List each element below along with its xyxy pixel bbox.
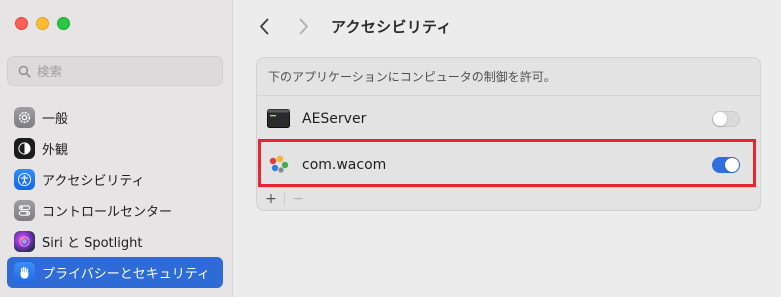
- panel-footer: + −: [257, 188, 760, 210]
- highlight-box: [258, 139, 756, 187]
- sidebar-item-label: プライバシーとセキュリティ: [42, 267, 210, 282]
- sidebar-item-appearance[interactable]: 外観: [7, 133, 223, 164]
- chevron-right-icon: [299, 18, 308, 34]
- sidebar: 一般 外観 アクセシビリティ: [0, 0, 233, 297]
- toggles-icon: [14, 200, 35, 221]
- hand-icon: [14, 262, 35, 283]
- sidebar-item-accessibility[interactable]: アクセシビリティ: [7, 164, 223, 195]
- sidebar-item-siri-spotlight[interactable]: Siri と Spotlight: [7, 226, 223, 257]
- minimize-window-button[interactable]: [36, 17, 49, 30]
- chevron-left-icon: [260, 18, 269, 34]
- sidebar-item-label: 一般: [42, 112, 69, 127]
- app-name: AEServer: [302, 110, 367, 127]
- page-title: アクセシビリティ: [331, 18, 452, 36]
- search-input[interactable]: [37, 63, 207, 79]
- terminal-icon: [267, 109, 290, 129]
- back-button[interactable]: [255, 16, 273, 36]
- remove-app-button[interactable]: −: [290, 191, 306, 207]
- search-icon: [18, 65, 31, 78]
- add-app-button[interactable]: +: [263, 191, 279, 207]
- search-field[interactable]: [7, 56, 223, 86]
- window-controls: [15, 17, 70, 30]
- app-permission-list: 下のアプリケーションにコンピュータの制御を許可。 AEServer com.wa…: [256, 57, 761, 211]
- sidebar-item-label: 外観: [42, 143, 69, 158]
- forward-button[interactable]: [295, 16, 313, 36]
- footer-divider: [284, 193, 285, 205]
- aeserver-toggle[interactable]: [712, 110, 740, 127]
- sidebar-item-control-center[interactable]: コントロールセンター: [7, 195, 223, 226]
- accessibility-icon: [14, 169, 35, 190]
- gear-icon: [14, 107, 35, 128]
- list-item-aeserver[interactable]: AEServer: [257, 96, 760, 142]
- sidebar-item-privacy-security[interactable]: プライバシーとセキュリティ: [7, 257, 223, 288]
- sidebar-item-label: Siri と Spotlight: [42, 236, 143, 251]
- siri-icon: [14, 231, 35, 252]
- sidebar-list: 一般 外観 アクセシビリティ コントロールセンター Siri と Spotlig…: [7, 102, 223, 288]
- sidebar-item-label: コントロールセンター: [42, 205, 173, 220]
- close-window-button[interactable]: [15, 17, 28, 30]
- panel-description: 下のアプリケーションにコンピュータの制御を許可。: [257, 58, 760, 96]
- sidebar-item-general[interactable]: 一般: [7, 102, 223, 133]
- zoom-window-button[interactable]: [57, 17, 70, 30]
- sidebar-item-label: アクセシビリティ: [42, 174, 145, 189]
- appearance-icon: [14, 138, 35, 159]
